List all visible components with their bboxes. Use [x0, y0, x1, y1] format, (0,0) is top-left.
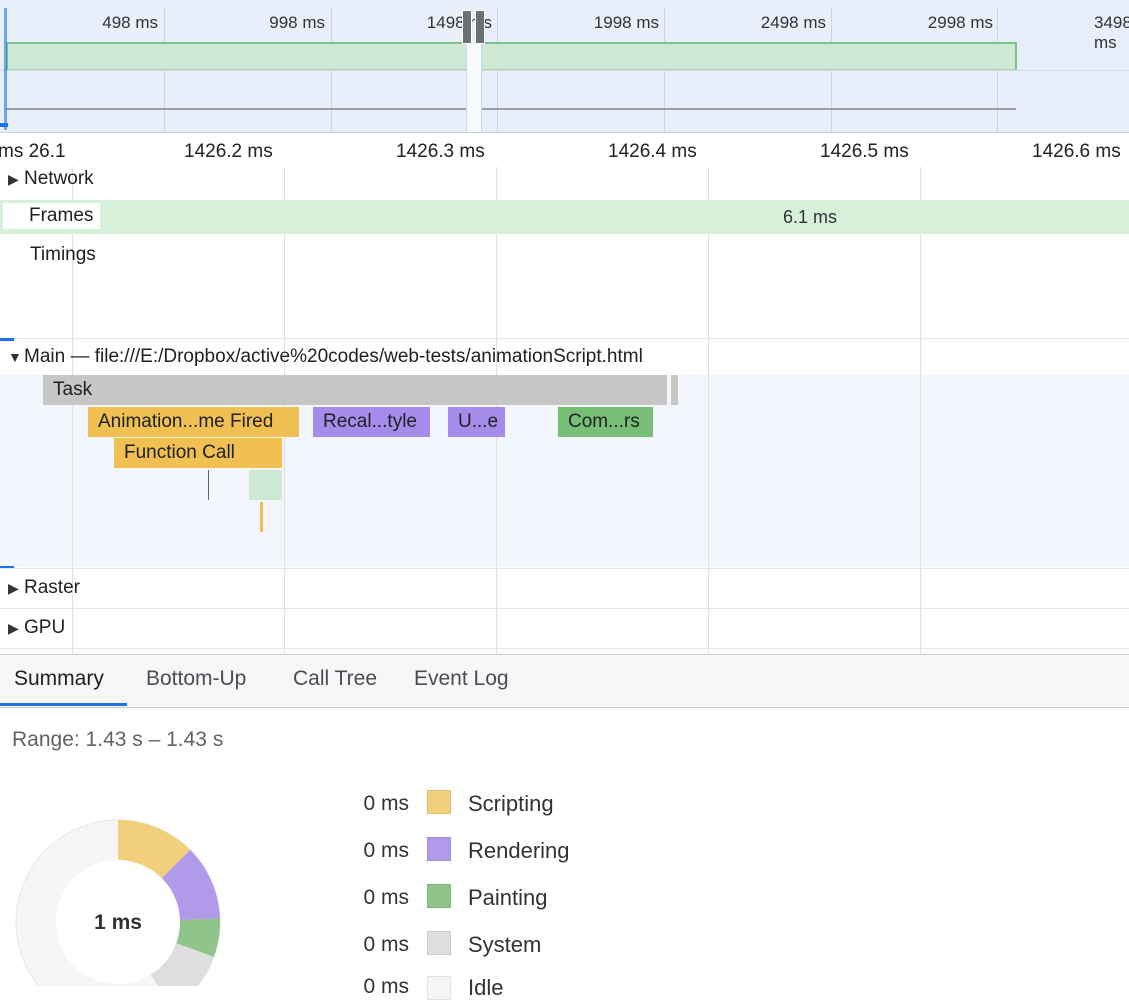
summary-range: Range: 1.43 s – 1.43 s — [12, 728, 224, 751]
track-separator — [0, 648, 1129, 649]
overview-tick-label: 1498 ms — [426, 13, 492, 32]
legend-system-value: 0 ms — [363, 933, 409, 956]
flame-recalc-style[interactable]: Recal...tyle — [313, 407, 430, 437]
overview-left-edge — [4, 8, 7, 130]
expand-triangle-icon[interactable]: ▶ — [8, 580, 24, 597]
track-frames-label: Frames — [3, 203, 100, 229]
legend-rendering-value: 0 ms — [363, 839, 409, 862]
track-gpu-label: GPU — [24, 617, 66, 638]
overview-left-handle[interactable] — [462, 10, 472, 44]
track-network-header[interactable]: ▶ Network — [8, 168, 94, 190]
ruler-label: 1426.4 ms — [608, 141, 697, 162]
ruler-label: 1426.3 ms — [396, 141, 485, 162]
flame-tiny-event[interactable] — [208, 470, 209, 500]
overview-tick-label: 2998 ms — [927, 13, 993, 32]
ruler-label: 1426.2 ms — [184, 141, 273, 162]
overview-tick-label: 498 ms — [102, 13, 158, 32]
overview-tick-label: 2498 ms — [760, 13, 826, 32]
track-raster-header[interactable]: ▶ Raster — [8, 577, 80, 599]
expand-triangle-icon[interactable]: ▶ — [8, 171, 24, 188]
flame-task-small[interactable] — [671, 375, 678, 405]
track-main-header[interactable]: ▼ Main — file:///E:/Dropbox/active%20code… — [8, 346, 643, 368]
track-raster-label: Raster — [24, 577, 80, 598]
overview-right-handle[interactable] — [475, 10, 485, 44]
active-tab-indicator — [0, 703, 127, 706]
legend-system-label: System — [468, 932, 542, 957]
frame-duration: 6.1 ms — [782, 207, 838, 227]
legend-scripting-label: Scripting — [468, 791, 554, 816]
overview-tick-label: 3498 ms — [1094, 13, 1129, 52]
tab-call-tree[interactable]: Call Tree — [293, 667, 377, 691]
track-gridline — [920, 375, 921, 567]
overview-tick-label: 1998 ms — [593, 13, 659, 32]
overview-tick-label: 998 ms — [269, 13, 325, 32]
overview-divider — [0, 70, 1129, 71]
flame-animation-frame[interactable]: Animation...me Fired — [88, 407, 299, 437]
frames-track[interactable] — [0, 200, 1129, 234]
track-network-label: Network — [24, 168, 94, 189]
legend-painting-value: 0 ms — [363, 886, 409, 909]
flame-paint-event[interactable] — [249, 470, 282, 500]
ruler-label: 1426.5 ms — [820, 141, 909, 162]
track-gpu-header[interactable]: ▶ GPU — [8, 617, 65, 639]
legend-rendering-label: Rendering — [468, 838, 570, 863]
track-separator — [0, 568, 1129, 569]
legend-scripting-value: 0 ms — [363, 792, 409, 815]
details-tabbar: Summary Bottom-Up Call Tree Event Log — [0, 654, 1129, 708]
tab-summary[interactable]: Summary — [14, 667, 104, 691]
legend-scripting-swatch — [427, 790, 451, 814]
track-marker — [0, 338, 14, 341]
track-separator — [0, 338, 1129, 339]
track-main-label: Main — file:///E:/Dropbox/active%20codes… — [24, 346, 643, 367]
ruler-label: 1426.6 ms — [1032, 141, 1121, 162]
track-separator — [0, 608, 1129, 609]
legend-system-swatch — [427, 931, 451, 955]
flame-composite-layers[interactable]: Com...rs — [558, 407, 653, 437]
overview-frames-bar — [6, 42, 1017, 70]
tab-bottom-up[interactable]: Bottom-Up — [146, 667, 246, 691]
legend-idle-swatch — [427, 976, 451, 1000]
track-gridline — [708, 375, 709, 567]
track-timings-label: Timings — [30, 244, 96, 265]
tab-event-log[interactable]: Event Log — [414, 667, 509, 691]
overview-left-marker — [0, 123, 8, 127]
legend-painting-swatch — [427, 884, 451, 908]
flame-task[interactable]: Task — [43, 375, 667, 405]
flame-function-call[interactable]: Function Call — [114, 438, 282, 468]
flame-update-layer[interactable]: U...e — [448, 407, 505, 437]
pie-total: 1 ms — [94, 911, 142, 934]
legend-idle-label: Idle — [468, 975, 504, 1000]
collapse-triangle-icon[interactable]: ▼ — [8, 349, 24, 365]
legend-idle-value: 0 ms — [363, 975, 409, 998]
legend-rendering-swatch — [427, 837, 451, 861]
summary-pie-chart: 1 ms — [15, 819, 221, 986]
overview-cpu-line — [6, 108, 1016, 110]
expand-triangle-icon[interactable]: ▶ — [8, 620, 24, 637]
time-ruler: 26.1 ms 1426.2 ms 1426.3 ms 1426.4 ms 14… — [0, 133, 1129, 167]
ruler-label: 26.1 ms — [0, 141, 66, 162]
flame-script-event[interactable] — [260, 502, 263, 532]
legend-painting-label: Painting — [468, 885, 548, 910]
overview-selection-window[interactable] — [466, 42, 482, 132]
